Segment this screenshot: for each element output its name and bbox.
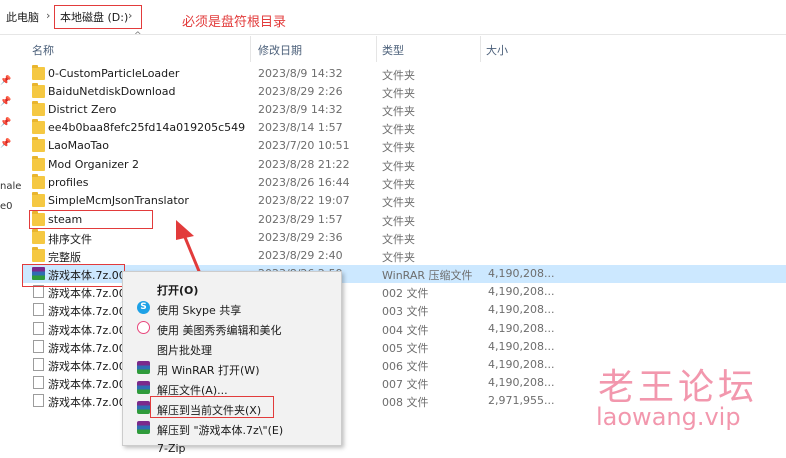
context-menu-item[interactable]: 图片批处理 xyxy=(123,338,341,358)
context-menu-item[interactable]: 解压文件(A)... xyxy=(123,378,341,398)
skype-icon: S xyxy=(137,301,150,314)
context-menu-item[interactable]: S 使用 Skype 共享 xyxy=(123,298,341,318)
highlight-box-extract-here xyxy=(150,396,274,418)
winrar-icon xyxy=(137,381,150,394)
context-menu-item-label: 7-Zip xyxy=(157,442,186,455)
context-menu-item[interactable]: 解压到 "游戏本体.7z\"(E) xyxy=(123,418,341,438)
context-menu: 打开(O) S 使用 Skype 共享使用 美图秀秀编辑和美化 图片批处理用 WinR… xyxy=(122,271,342,455)
context-menu-item[interactable]: 用 WinRAR 打开(W) xyxy=(123,358,341,378)
context-menu-item-label: 解压到 "游戏本体.7z\"(E) xyxy=(157,424,284,437)
winrar-icon xyxy=(137,361,150,374)
meitu-icon xyxy=(137,321,150,334)
watermark-url: laowang.vip xyxy=(596,403,741,431)
winrar-icon xyxy=(137,421,150,434)
context-menu-item-label: 打开(O) xyxy=(157,284,199,297)
context-menu-item[interactable]: 使用 美图秀秀编辑和美化 xyxy=(123,318,341,338)
context-menu-item-label: 使用 美图秀秀编辑和美化 xyxy=(157,324,282,337)
context-menu-item-label: 用 WinRAR 打开(W) xyxy=(157,364,260,377)
context-menu-item-label: 使用 Skype 共享 xyxy=(157,304,242,317)
context-menu-item[interactable]: 打开(O) xyxy=(123,278,341,298)
context-menu-item-label: 图片批处理 xyxy=(157,344,212,357)
context-menu-item[interactable]: 7-Zip xyxy=(123,438,341,458)
winrar-icon xyxy=(137,401,150,414)
